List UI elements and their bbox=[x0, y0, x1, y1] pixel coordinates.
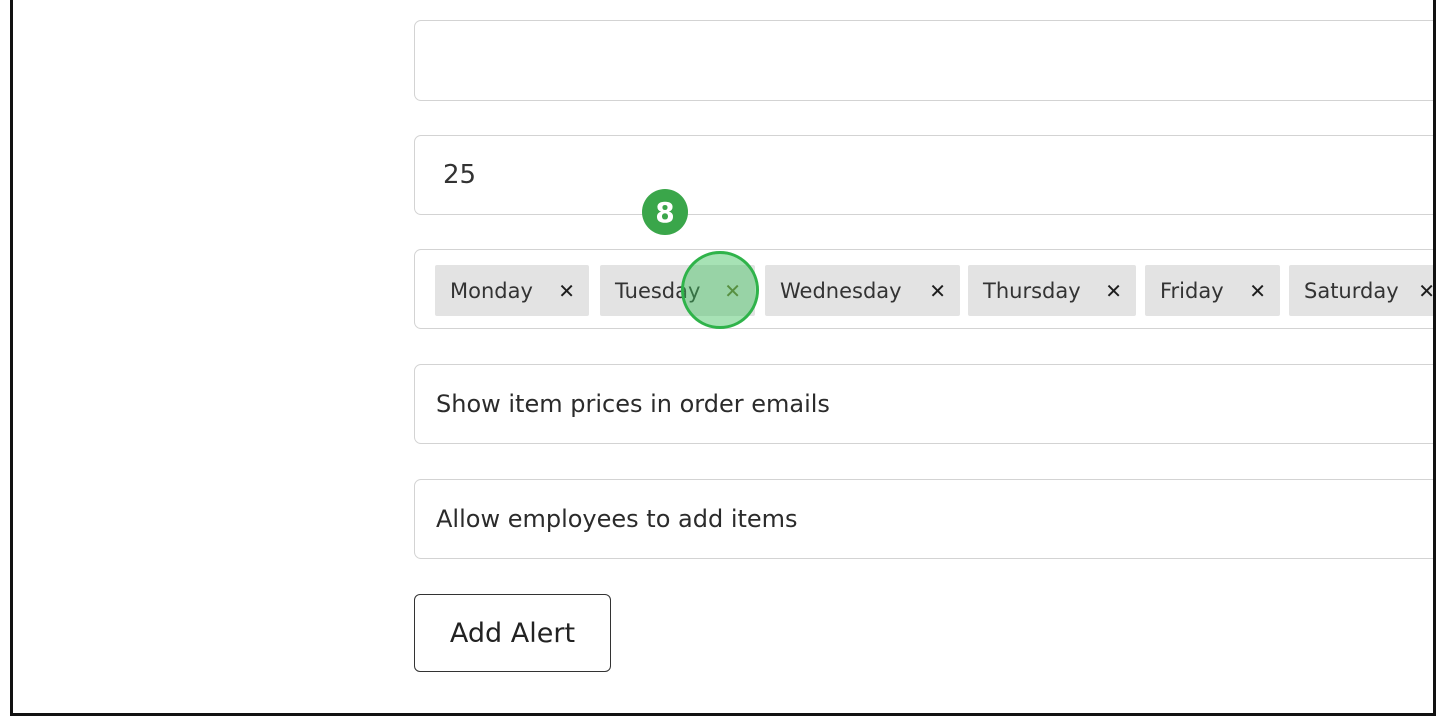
remove-saturday-icon[interactable]: ✕ bbox=[1418, 279, 1433, 303]
add-alert-button[interactable]: Add Alert bbox=[414, 594, 611, 672]
screenshot-frame: 25 Monday ✕ Tuesday ✕ Wednesday ✕ Thursd… bbox=[10, 0, 1436, 716]
day-tag-label: Thursday bbox=[983, 278, 1081, 303]
day-tag-friday: Friday ✕ bbox=[1145, 265, 1280, 316]
remove-wednesday-icon[interactable]: ✕ bbox=[929, 279, 946, 303]
day-tag-label: Wednesday bbox=[780, 278, 902, 303]
day-tag-wednesday: Wednesday ✕ bbox=[765, 265, 960, 316]
day-tag-label: Friday bbox=[1160, 278, 1224, 303]
step-number-badge: 8 bbox=[642, 189, 688, 235]
remove-tuesday-icon[interactable]: ✕ bbox=[724, 279, 741, 303]
day-tag-monday: Monday ✕ bbox=[435, 265, 589, 316]
day-tag-thursday: Thursday ✕ bbox=[968, 265, 1136, 316]
remove-monday-icon[interactable]: ✕ bbox=[558, 279, 575, 303]
show-prices-option[interactable]: Show item prices in order emails bbox=[414, 364, 1433, 444]
day-tag-label: Tuesday bbox=[615, 278, 701, 303]
empty-input[interactable] bbox=[414, 20, 1433, 101]
days-multiselect[interactable]: Monday ✕ Tuesday ✕ Wednesday ✕ Thursday … bbox=[414, 249, 1433, 329]
remove-friday-icon[interactable]: ✕ bbox=[1249, 279, 1266, 303]
quantity-input[interactable]: 25 bbox=[414, 135, 1433, 215]
day-tag-tuesday: Tuesday ✕ bbox=[600, 265, 755, 316]
allow-employees-label: Allow employees to add items bbox=[436, 505, 798, 533]
day-tag-label: Monday bbox=[450, 278, 533, 303]
day-tag-saturday: Saturday ✕ bbox=[1289, 265, 1433, 316]
show-prices-label: Show item prices in order emails bbox=[436, 390, 830, 418]
quantity-value: 25 bbox=[443, 160, 477, 190]
allow-employees-option[interactable]: Allow employees to add items bbox=[414, 479, 1433, 559]
day-tag-label: Saturday bbox=[1304, 278, 1399, 303]
remove-thursday-icon[interactable]: ✕ bbox=[1105, 279, 1122, 303]
